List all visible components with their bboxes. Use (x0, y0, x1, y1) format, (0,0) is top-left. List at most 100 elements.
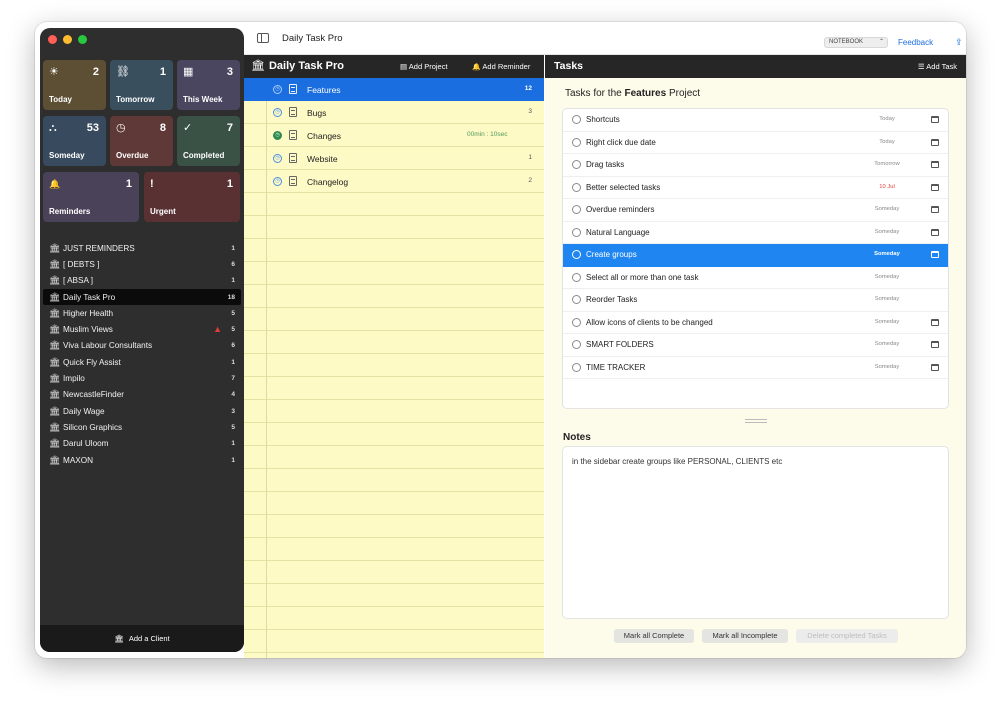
sidebar-client-item[interactable]: 🏛 Silicon Graphics 5 (43, 419, 241, 435)
sidebar-client-item[interactable]: 🏛 Quick Fly Assist 1 (43, 354, 241, 370)
notes-field[interactable]: in the sidebar create groups like PERSON… (562, 446, 949, 619)
add-client-button[interactable]: 🏛 Add a Client (40, 625, 244, 652)
calendar-icon[interactable] (931, 138, 939, 146)
task-checkbox[interactable] (572, 295, 581, 304)
task-checkbox[interactable] (572, 115, 581, 124)
calendar-icon[interactable] (931, 341, 939, 348)
smart-folder-today[interactable]: ☀ 2 Today (43, 60, 106, 110)
task-row[interactable]: Select all or more than one task Someday (563, 267, 948, 289)
task-due-date[interactable]: Someday (867, 251, 907, 257)
task-row[interactable]: Right click due date Today (563, 132, 948, 154)
calendar-icon[interactable] (931, 183, 939, 191)
toolbar: Daily Task Pro NOTEBOOK ⌃ Feedback ⇪ (244, 22, 966, 55)
clock-icon[interactable]: ◷ (273, 177, 282, 186)
minimize-window-button[interactable] (63, 35, 72, 44)
clock-icon[interactable]: ◷ (273, 108, 282, 117)
task-checkbox[interactable] (572, 317, 581, 327)
sidebar-client-item[interactable]: 🏛 NewcastleFinder 4 (43, 387, 241, 403)
calendar-icon[interactable] (931, 228, 939, 236)
smart-folder-reminders[interactable]: 🔔 1 Reminders (43, 172, 139, 222)
smart-folder-completed[interactable]: ✓ 7 Completed (177, 116, 240, 166)
sidebar-client-item[interactable]: 🏛 Viva Labour Consultants 6 (43, 338, 241, 354)
task-row[interactable]: Drag tasks Tomorrow (563, 154, 948, 177)
task-due-date[interactable]: Someday (867, 341, 907, 347)
smart-folder-tomorrow[interactable]: ⛓ 1 Tomorrow (110, 60, 173, 110)
task-checkbox[interactable] (572, 205, 581, 214)
mark-all-incomplete-button[interactable]: Mark all Incomplete (702, 629, 788, 643)
task-due-date[interactable]: Someday (867, 296, 907, 302)
task-row[interactable]: SMART FOLDERS Someday (563, 334, 948, 357)
sidebar-client-item[interactable]: 🏛 Darul Uloom 1 (43, 436, 241, 452)
calendar-icon[interactable] (931, 206, 939, 213)
sidebar-client-item[interactable]: 🏛 MAXON 1 (43, 452, 241, 468)
task-checkbox[interactable] (572, 182, 581, 192)
project-count: 2 (528, 177, 532, 184)
delete-completed-tasks-button[interactable]: Delete completed Tasks (796, 629, 898, 643)
add-reminder-button[interactable]: 🔔 Add Reminder (472, 62, 530, 71)
task-due-date[interactable]: Today (867, 139, 907, 145)
mark-all-complete-button[interactable]: Mark all Complete (614, 629, 694, 643)
sidebar-toggle-icon[interactable] (257, 33, 269, 43)
calendar-icon[interactable] (931, 363, 939, 371)
project-row[interactable]: ◷ Changes 00min : 10sec (244, 124, 544, 147)
calendar-icon[interactable] (931, 251, 939, 258)
sidebar-client-item[interactable]: 🏛[ ABSA ] 1 (43, 273, 241, 289)
task-row[interactable]: Allow icons of clients to be changed Some… (563, 312, 948, 334)
add-task-button[interactable]: ☰ Add Task (918, 62, 957, 71)
task-checkbox[interactable] (572, 227, 581, 237)
task-checkbox[interactable] (572, 137, 581, 147)
project-row[interactable]: ◷ Features 12 (244, 78, 544, 101)
sidebar-client-item[interactable]: 🏛 JUST REMINDERS 1 (43, 240, 241, 256)
clock-icon[interactable]: ◷ (273, 85, 282, 94)
task-checkbox[interactable] (572, 250, 581, 259)
task-due-date[interactable]: Someday (867, 229, 907, 235)
task-row[interactable]: Shortcuts Today (563, 109, 948, 132)
task-due-date[interactable]: Someday (867, 274, 907, 280)
task-checkbox[interactable] (572, 362, 581, 372)
task-due-date[interactable]: Someday (867, 206, 907, 212)
add-project-button[interactable]: ▤ Add Project (400, 62, 448, 71)
task-due-date[interactable]: Someday (867, 364, 907, 370)
resize-handle[interactable] (745, 419, 767, 423)
sidebar-client-item[interactable]: 🏛 Daily Wage 3 (43, 403, 241, 419)
smart-folder-overdue[interactable]: ◷ 8 Overdue (110, 116, 173, 166)
feedback-link[interactable]: Feedback (898, 38, 933, 47)
project-doc-icon (289, 130, 297, 140)
task-row[interactable]: Overdue reminders Someday (563, 199, 948, 222)
sidebar-client-item[interactable]: 🏛 Impilo 7 (43, 370, 241, 386)
task-row[interactable]: Reorder Tasks Someday (563, 289, 948, 312)
sidebar-client-item[interactable]: 🏛[ DEBTS ] 6 (43, 256, 241, 272)
calendar-icon[interactable] (931, 318, 939, 326)
task-checkbox[interactable] (572, 272, 581, 282)
project-row[interactable]: ◷ Bugs 3 (244, 101, 544, 124)
zoom-window-button[interactable] (78, 35, 87, 44)
smart-folder-urgent[interactable]: ! 1 Urgent (144, 172, 240, 222)
task-checkbox[interactable] (572, 160, 581, 169)
task-title: Create groups (586, 250, 637, 259)
clock-icon[interactable]: ◷ (273, 154, 282, 163)
smart-folder-someday[interactable]: ⛬ 53 Someday (43, 116, 106, 166)
tasks-header: Tasks ☰ Add Task (545, 55, 966, 78)
sidebar-client-item[interactable]: 🏛 Daily Task Pro 18 (43, 288, 241, 306)
clock-icon[interactable]: ◷ (273, 131, 282, 140)
calendar-icon[interactable] (931, 161, 939, 168)
smart-folder-this-week[interactable]: ▦ 3 This Week (177, 60, 240, 110)
task-due-date[interactable]: Tomorrow (867, 161, 907, 167)
sidebar-client-item[interactable]: 🏛 Muslim Views ▲ 5 (43, 321, 241, 337)
task-due-date[interactable]: Today (867, 116, 907, 122)
task-row[interactable]: Natural Language Someday (563, 222, 948, 244)
calendar-icon[interactable] (931, 116, 939, 123)
task-row[interactable]: Better selected tasks 10 Jul (563, 177, 948, 199)
client-name: Quick Fly Assist (63, 357, 121, 367)
project-row[interactable]: ◷ Changelog 2 (244, 170, 544, 193)
notebook-selector[interactable]: NOTEBOOK ⌃ (824, 37, 888, 48)
task-due-date[interactable]: Someday (867, 319, 907, 325)
task-row[interactable]: Create groups Someday (563, 244, 948, 267)
project-row[interactable]: ◷ Website 1 (244, 147, 544, 170)
share-icon[interactable]: ⇪ (955, 37, 963, 48)
task-row[interactable]: TIME TRACKER Someday (563, 357, 948, 379)
task-due-date[interactable]: 10 Jul (867, 184, 907, 190)
close-window-button[interactable] (48, 35, 57, 44)
task-checkbox[interactable] (572, 340, 581, 349)
sidebar-client-item[interactable]: 🏛 Higher Health 5 (43, 305, 241, 321)
